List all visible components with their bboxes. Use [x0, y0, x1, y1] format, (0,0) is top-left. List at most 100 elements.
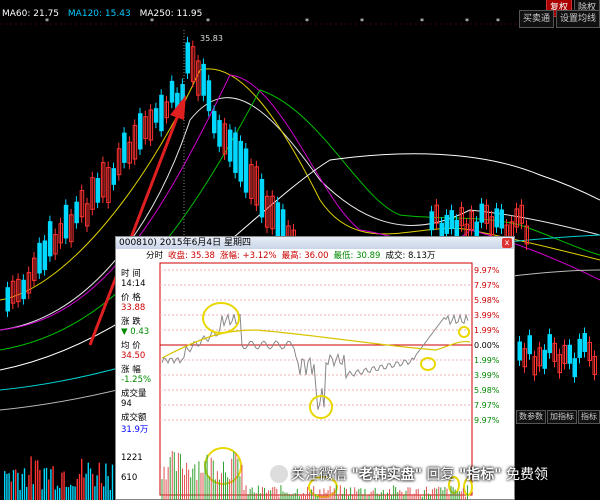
candle-body-7 — [42, 240, 48, 271]
volume-bar-45 — [103, 486, 105, 500]
volume-bar-14 — [34, 460, 37, 500]
volume-bar-18 — [43, 468, 45, 500]
indicator-button[interactable]: 指标 — [578, 410, 600, 424]
volume-bar-4 — [12, 470, 15, 500]
ma120-label: MA120: 15.43 — [67, 9, 131, 19]
volume-bar-39 — [89, 468, 92, 500]
volume-bar-7 — [19, 489, 21, 500]
volume-bar-3 — [10, 481, 12, 500]
highlight-circle-0 — [202, 302, 240, 334]
toolbar-row2: 买卖通 设置均线 — [518, 10, 600, 28]
star-marker-6: * — [465, 17, 469, 26]
volume-bar-11 — [28, 474, 30, 500]
ma-legend: MA60: 21.75 MA120: 15.43 MA250: 11.95 — [2, 9, 208, 19]
candle-body-20 — [111, 168, 116, 185]
candle-body-99 — [572, 358, 577, 378]
add-indicator-button[interactable]: 加指标 — [547, 410, 577, 424]
volume-bar-21 — [50, 469, 52, 500]
volume-bar-23 — [54, 489, 56, 500]
volume-bar-49 — [111, 464, 114, 500]
highlight-circle-1 — [309, 395, 333, 419]
volume-bar-32 — [74, 486, 76, 500]
star-marker-3: * — [305, 17, 309, 26]
ma-settings-button[interactable]: 设置均线 — [555, 10, 600, 28]
popup-title[interactable]: 000810) 2015年6月4日 星期四 x — [116, 237, 514, 249]
volume-bar-2 — [8, 473, 10, 500]
candle-body-13 — [74, 201, 79, 224]
volume-bar-5 — [15, 469, 17, 500]
volume-bar-6 — [17, 472, 19, 500]
volume-bar-41 — [94, 486, 96, 500]
volume-bar-31 — [72, 486, 74, 500]
candle-body-38 — [206, 80, 212, 112]
candle-body-11 — [63, 204, 69, 239]
volume-bar-20 — [48, 479, 50, 500]
candle-body-17 — [95, 178, 101, 203]
candle-body-6 — [37, 242, 42, 274]
wm-text5: 免费领 — [506, 467, 548, 483]
volume-bar-25 — [59, 488, 61, 500]
volume-bar-27 — [63, 471, 65, 500]
wm-text2: "老韩实盘" — [351, 467, 423, 483]
star-marker-7: * — [496, 17, 500, 26]
candle-body-29 — [159, 94, 164, 132]
volume-bar-35 — [81, 458, 83, 500]
volume-bar-8 — [21, 473, 23, 500]
volume-bar-29 — [67, 487, 70, 500]
candle-body-37 — [201, 63, 206, 96]
candle-body-40 — [217, 120, 222, 147]
right-side-buttons: 数参数 加指标 指标 — [516, 410, 600, 424]
candle-body-82 — [499, 209, 504, 229]
candle-body-42 — [227, 129, 233, 162]
volume-bar-30 — [70, 484, 72, 500]
popup-title-text: 000810) 2015年6月4日 星期四 — [119, 238, 251, 248]
volume-bar-22 — [52, 466, 54, 500]
volume-bar-47 — [107, 476, 109, 500]
candle-body-78 — [479, 203, 484, 223]
candle-body-0 — [5, 287, 10, 312]
volume-bar-24 — [56, 485, 59, 500]
volume-bar-46 — [105, 463, 107, 500]
candle-body-51 — [275, 202, 281, 240]
volume-bar-42 — [96, 475, 98, 500]
candle-body-88 — [517, 341, 522, 361]
volume-bar-37 — [85, 473, 87, 500]
volume-bar-34 — [78, 473, 81, 500]
volume-bar-36 — [83, 477, 85, 500]
wechat-icon — [270, 465, 288, 483]
trade-button[interactable]: 买卖通 — [518, 10, 554, 28]
volume-bar-43 — [98, 462, 100, 500]
candle-body-22 — [122, 132, 127, 163]
volume-bar-15 — [37, 460, 39, 500]
watermark-text: 关注微信 "老韩实盘" 回复 "指标" 免费领 — [291, 464, 548, 484]
candle-body-48 — [259, 178, 265, 218]
candle-body-34 — [185, 42, 190, 74]
candle-body-94 — [547, 334, 552, 354]
ma60-label: MA60: 21.75 — [2, 9, 60, 19]
volume-bar-40 — [92, 473, 94, 500]
volume-bar-1 — [6, 473, 8, 500]
candle-body-71 — [444, 214, 449, 234]
volume-bar-10 — [26, 486, 28, 500]
candle-body-45 — [243, 148, 249, 193]
candle-body-90 — [527, 335, 532, 355]
param-button[interactable]: 数参数 — [516, 410, 546, 424]
volume-bar-33 — [76, 479, 78, 500]
wm-text4: "指标" — [458, 467, 502, 483]
volume-bar-17 — [41, 489, 43, 500]
candle-body-101 — [582, 333, 587, 353]
volume-bar-26 — [61, 472, 63, 500]
highlight-circle-3 — [458, 326, 470, 338]
volume-bar-9 — [23, 468, 26, 500]
candle-body-81 — [494, 208, 499, 228]
close-icon[interactable]: x — [502, 238, 512, 248]
candle-body-28 — [153, 108, 159, 123]
volume-bar-38 — [87, 462, 89, 500]
candle-body-98 — [567, 344, 572, 364]
candle-body-3 — [21, 279, 26, 300]
watermark-banner: 关注微信 "老韩实盘" 回复 "指标" 免费领 — [270, 448, 600, 500]
candle-body-43 — [233, 132, 238, 173]
volume-bar-13 — [32, 484, 34, 500]
volume-bar-28 — [65, 486, 67, 500]
volume-bar-48 — [109, 489, 111, 500]
